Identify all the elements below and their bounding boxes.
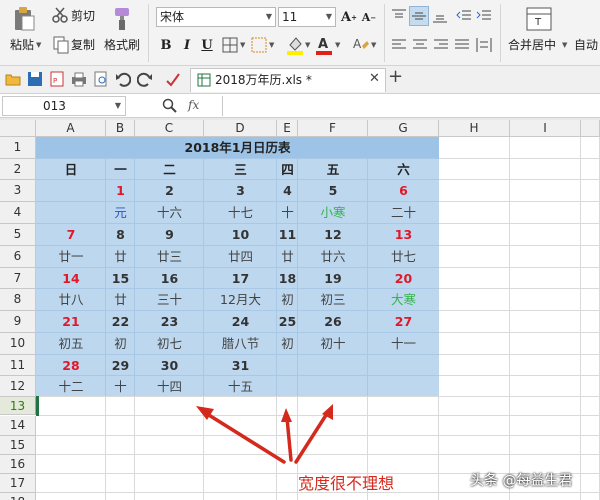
arrow-left — [202, 410, 286, 464]
arrow-middle — [285, 416, 293, 462]
arrow-right — [294, 410, 330, 464]
watermark: 头条 @每益生君 — [470, 473, 573, 489]
arrowhead-middle — [281, 408, 292, 422]
spreadsheet-window: 粘贴 ▼ 剪切 复制 格式刷 宋体 ▼ 11 ▼ A + A − B I U ▼… — [0, 0, 600, 500]
annotation-note: 宽度很不理想 — [298, 474, 395, 493]
annotation-arrows — [196, 404, 333, 464]
